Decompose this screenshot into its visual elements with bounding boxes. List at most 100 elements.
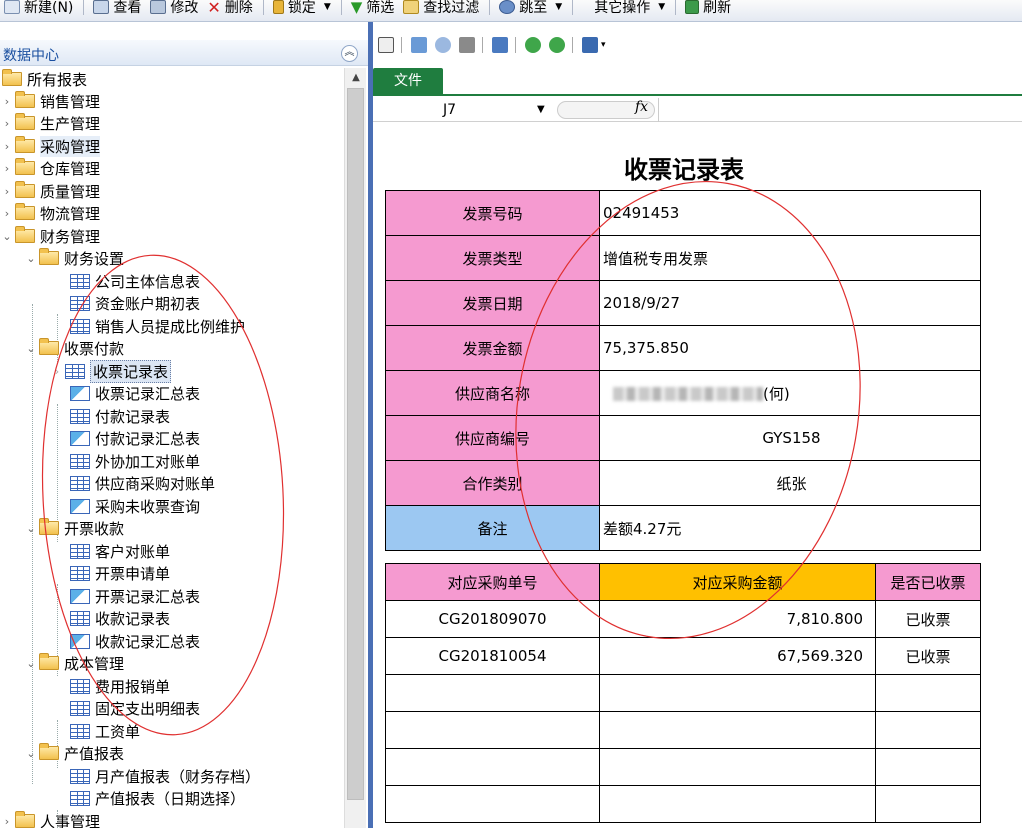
collapse-arrow-icon[interactable]: ⌄ — [26, 747, 36, 760]
field-value[interactable]: 差额4.27元 — [599, 505, 981, 551]
table-cell[interactable] — [385, 785, 600, 823]
field-value[interactable]: 02491453 — [599, 190, 981, 236]
print-icon[interactable] — [459, 37, 475, 53]
export-icon[interactable] — [411, 37, 427, 53]
column-header[interactable]: 对应采购单号 — [385, 563, 600, 601]
view-button[interactable]: 查看 — [89, 0, 146, 18]
field-label[interactable]: 备注 — [385, 505, 600, 551]
tree-report-unreceived-invoice-query[interactable]: 采购未收票查询 — [70, 495, 200, 517]
sheet-view-icon[interactable] — [378, 37, 394, 53]
field-value[interactable]: 2018/9/27 — [599, 280, 981, 326]
tree-report-invoice-summary[interactable]: 收票记录汇总表 — [70, 382, 200, 404]
collapse-arrow-icon[interactable]: ⌄ — [2, 230, 12, 243]
table-cell[interactable] — [599, 674, 876, 712]
tree-item-quality[interactable]: › 质量管理 — [2, 180, 100, 202]
tree-item-receipts-payments[interactable]: ⌄ 收票付款 — [26, 337, 124, 359]
table-cell[interactable]: 已收票 — [875, 637, 981, 675]
tree-item-invoicing-collection[interactable]: ⌄ 开票收款 — [26, 517, 124, 539]
table-cell[interactable] — [875, 711, 981, 749]
delete-button[interactable]: ✕ 删除 — [203, 0, 257, 18]
tree-report-output-by-date[interactable]: 产值报表（日期选择） — [70, 787, 245, 809]
zoom-out-icon[interactable] — [549, 37, 565, 53]
tree-report-customer-statement[interactable]: 客户对账单 — [70, 540, 170, 562]
table-cell[interactable] — [385, 674, 600, 712]
table-cell[interactable]: 7,810.800 — [599, 600, 876, 638]
lock-dropdown-caret-icon[interactable]: ▼ — [324, 2, 331, 12]
collapse-arrow-icon[interactable]: ⌄ — [26, 342, 36, 355]
other-ops-dropdown-caret-icon[interactable]: ▼ — [658, 2, 665, 12]
tree-item-output-reports[interactable]: ⌄ 产值报表 — [26, 742, 124, 764]
tree-item-cost-management[interactable]: ⌄ 成本管理 — [26, 652, 124, 674]
scrollbar-thumb[interactable] — [347, 88, 364, 800]
filter-button[interactable]: ▼ 筛选 — [347, 0, 400, 18]
table-cell[interactable] — [385, 711, 600, 749]
cell-name-box[interactable]: J7 — [373, 98, 553, 122]
tree-report-sales-commission[interactable]: 销售人员提成比例维护 — [70, 315, 245, 337]
expand-arrow-icon[interactable]: › — [2, 185, 12, 198]
tree-report-payroll[interactable]: 工资单 — [70, 720, 140, 742]
collapse-arrow-icon[interactable]: ⌄ — [26, 522, 36, 535]
toolbar-more-icon[interactable]: ▾ — [601, 40, 606, 50]
field-value[interactable]: 纸张 — [599, 460, 981, 506]
refresh-button[interactable]: 刷新 — [681, 0, 736, 18]
field-value[interactable]: 75,375.850 — [599, 325, 981, 371]
print-preview-icon[interactable] — [435, 37, 451, 53]
table-cell[interactable] — [875, 674, 981, 712]
tree-item-hr[interactable]: › 人事管理 — [2, 810, 100, 828]
supplier-name-cell[interactable]: (何) — [599, 370, 981, 416]
tree-item-purchase[interactable]: › 采购管理 — [2, 135, 101, 157]
zoom-in-icon[interactable] — [525, 37, 541, 53]
tree-report-outsourcing-statement[interactable]: 外协加工对账单 — [70, 450, 200, 472]
file-tab[interactable]: 文件 — [373, 68, 443, 94]
tree-report-fixed-expenses[interactable]: 固定支出明细表 — [70, 697, 200, 719]
tree-report-collection-summary[interactable]: 收款记录汇总表 — [70, 630, 200, 652]
table-cell[interactable]: 已收票 — [875, 600, 981, 638]
expand-arrow-icon[interactable]: › — [2, 117, 12, 130]
table-cell[interactable]: 67,569.320 — [599, 637, 876, 675]
tree-report-invoicing-summary[interactable]: 开票记录汇总表 — [70, 585, 200, 607]
expand-arrow-icon[interactable]: › — [2, 95, 12, 108]
tree-report-invoice-request[interactable]: 开票申请单 — [70, 562, 170, 584]
tree-scrollbar[interactable]: ▲ — [344, 68, 366, 828]
table-cell[interactable] — [875, 748, 981, 786]
tree-report-company-info[interactable]: 公司主体信息表 — [70, 270, 200, 292]
tree-root-all-reports[interactable]: 所有报表 — [2, 68, 87, 90]
field-label[interactable]: 发票类型 — [385, 235, 600, 281]
expand-arrow-icon[interactable]: › — [2, 815, 12, 828]
collapse-arrow-icon[interactable]: ⌄ — [26, 252, 36, 265]
tree-report-fund-account-opening[interactable]: 资金账户期初表 — [70, 292, 200, 314]
tree-item-logistics[interactable]: › 物流管理 — [2, 202, 100, 224]
field-value[interactable]: GYS158 — [599, 415, 981, 461]
collapse-arrow-icon[interactable]: ⌄ — [26, 657, 36, 670]
tree-report-collection-record[interactable]: 收款记录表 — [70, 607, 170, 629]
formula-input[interactable] — [658, 98, 1022, 122]
column-header[interactable]: 对应采购金额 — [599, 563, 876, 601]
tree-report-expense-claim[interactable]: 费用报销单 — [70, 675, 170, 697]
tree-report-payment-record[interactable]: 付款记录表 — [70, 405, 170, 427]
tree-item-finance-settings[interactable]: ⌄ 财务设置 — [26, 247, 124, 269]
tree-item-warehouse[interactable]: › 仓库管理 — [2, 157, 100, 179]
table-cell[interactable] — [875, 785, 981, 823]
jump-dropdown-caret-icon[interactable]: ▼ — [555, 2, 562, 12]
other-ops-button[interactable]: 其它操作 ▼ — [578, 0, 670, 18]
scroll-up-icon[interactable]: ▲ — [348, 70, 364, 86]
table-cell[interactable] — [599, 711, 876, 749]
tree-item-production[interactable]: › 生产管理 — [2, 112, 100, 134]
tree-item-sales[interactable]: › 销售管理 — [2, 90, 100, 112]
field-value[interactable]: 增值税专用发票 — [599, 235, 981, 281]
new-button[interactable]: 新建(N) — [0, 0, 78, 18]
expand-arrow-icon[interactable]: › — [52, 365, 62, 378]
table-cell[interactable] — [385, 748, 600, 786]
field-label[interactable]: 供应商编号 — [385, 415, 600, 461]
field-label[interactable]: 发票日期 — [385, 280, 600, 326]
field-label[interactable]: 合作类别 — [385, 460, 600, 506]
edit-button[interactable]: 修改 — [146, 0, 203, 18]
copy-icon[interactable] — [492, 37, 508, 53]
column-header[interactable]: 是否已收票 — [875, 563, 981, 601]
collapse-panel-icon[interactable]: ︽ — [341, 45, 358, 62]
table-cell[interactable]: CG201809070 — [385, 600, 600, 638]
field-label[interactable]: 供应商名称 — [385, 370, 600, 416]
field-label[interactable]: 发票号码 — [385, 190, 600, 236]
name-box-dropdown-icon[interactable]: ▼ — [537, 98, 545, 122]
find-filter-button[interactable]: 查找过滤 — [399, 0, 484, 18]
